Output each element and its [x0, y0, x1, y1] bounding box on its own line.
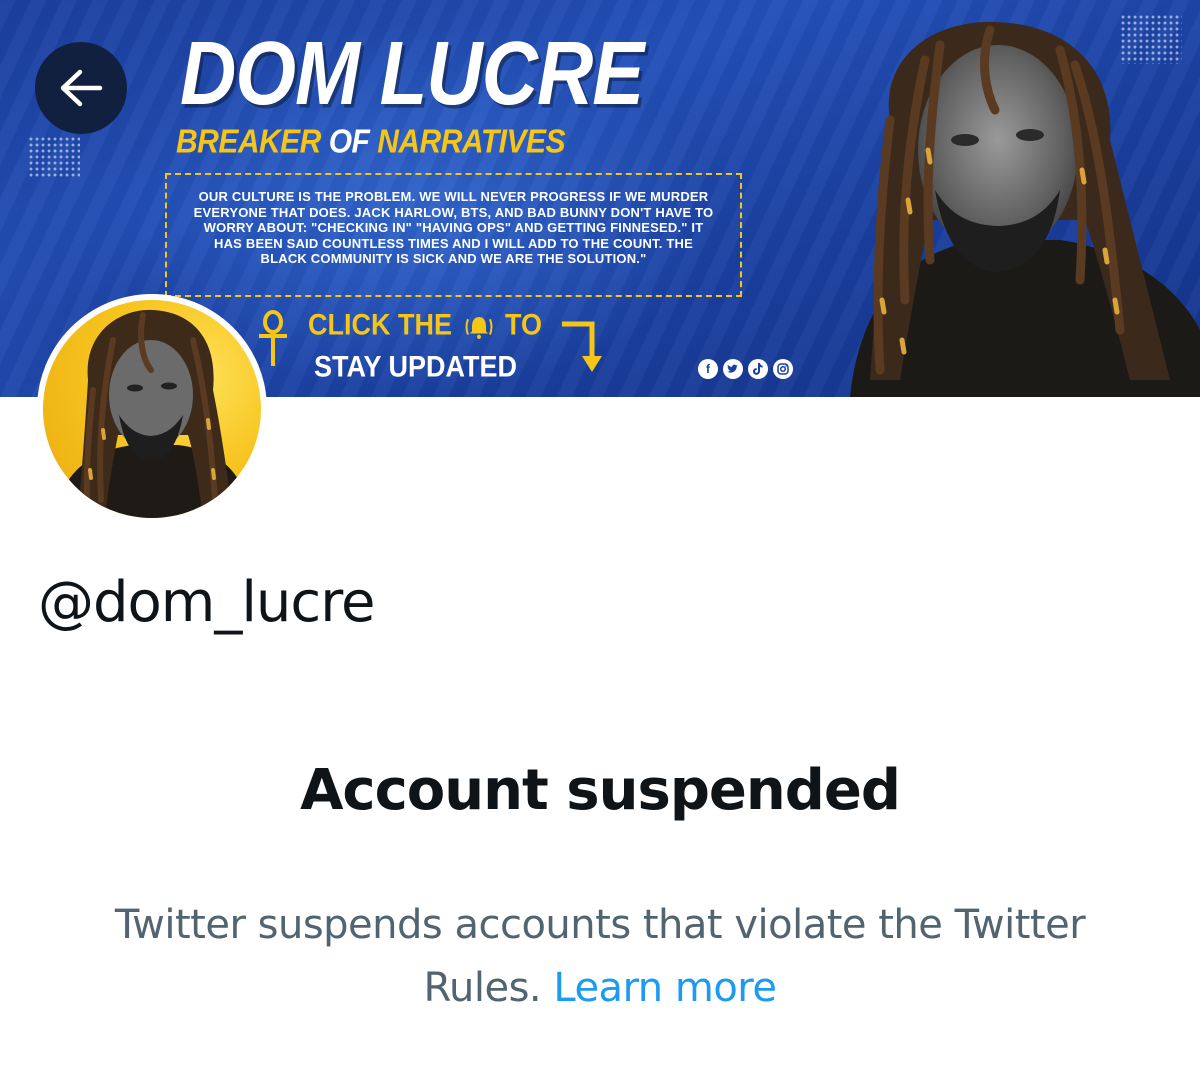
account-suspended-heading: Account suspended — [300, 758, 901, 823]
cta-text-click-the: CLICK THE — [308, 308, 452, 342]
profile-avatar[interactable] — [37, 294, 267, 524]
subtitle-word-narratives: NARRATIVES — [377, 123, 566, 161]
down-arrow-icon — [562, 321, 602, 372]
quote-line: HAS BEEN SAID COUNTLESS TIMES AND I WILL… — [214, 235, 693, 251]
facebook-icon: f — [698, 359, 718, 379]
cta-text-to: TO — [505, 308, 543, 342]
ankh-icon — [259, 310, 287, 366]
subtitle-word-of: OF — [328, 123, 370, 161]
banner-title: DOM LUCRE — [180, 22, 644, 124]
instagram-icon — [773, 359, 793, 379]
social-icons-row: f — [698, 359, 793, 379]
banner-quote: OUR CULTURE IS THE PROBLEM. WE WILL NEVE… — [165, 173, 742, 297]
banner-portrait-photo — [850, 21, 1200, 397]
back-arrow-icon — [60, 69, 103, 107]
quote-line: EVERYONE THAT DOES. JACK HARLOW, BTS, AN… — [193, 204, 714, 220]
quote-line: BLACK COMMUNITY IS SICK AND WE ARE THE S… — [260, 251, 647, 266]
avatar-portrait-image — [53, 309, 253, 518]
profile-handle: @dom_lucre — [38, 570, 375, 635]
banner-call-to-action: CLICK THE TO STAY UPDATED — [256, 306, 616, 391]
dot-pattern-decoration — [28, 136, 80, 178]
learn-more-link[interactable]: Learn more — [553, 965, 777, 1011]
back-button[interactable] — [35, 42, 127, 134]
quote-line: WORRY ABOUT: "CHECKING IN" "HAVING OPS" … — [203, 220, 704, 235]
tiktok-icon — [748, 359, 768, 379]
cta-line-2: STAY UPDATED — [314, 350, 518, 384]
banner-subtitle: BREAKER OF NARRATIVES — [176, 123, 566, 161]
cta-line-1: CLICK THE TO — [308, 306, 542, 343]
bell-icon — [465, 316, 493, 339]
avatar-photo — [43, 300, 261, 518]
quote-line: OUR CULTURE IS THE PROBLEM. WE WILL NEVE… — [198, 189, 709, 204]
subtitle-word-breaker: BREAKER — [176, 123, 321, 161]
twitter-icon — [723, 359, 743, 379]
suspension-message: Twitter suspends accounts that violate t… — [100, 894, 1100, 1020]
